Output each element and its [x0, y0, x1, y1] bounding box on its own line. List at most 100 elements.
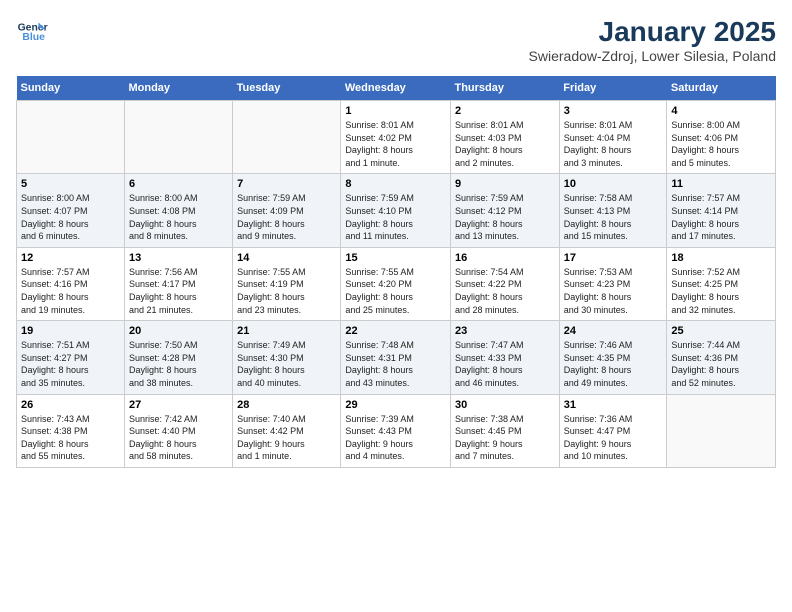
day-info: Sunrise: 8:01 AM Sunset: 4:03 PM Dayligh… [455, 119, 555, 169]
calendar-cell: 6 Sunrise: 8:00 AM Sunset: 4:08 PM Daylig… [124, 174, 232, 247]
day-number: 4 [671, 105, 771, 117]
day-info: Sunrise: 7:36 AM Sunset: 4:47 PM Dayligh… [564, 413, 663, 463]
day-number: 12 [21, 252, 120, 264]
day-info: Sunrise: 7:55 AM Sunset: 4:19 PM Dayligh… [237, 266, 336, 316]
logo-icon: General Blue [16, 16, 48, 48]
day-info: Sunrise: 7:48 AM Sunset: 4:31 PM Dayligh… [345, 339, 446, 389]
calendar-cell: 9 Sunrise: 7:59 AM Sunset: 4:12 PM Daylig… [450, 174, 559, 247]
calendar-cell: 1 Sunrise: 8:01 AM Sunset: 4:02 PM Daylig… [341, 101, 451, 174]
day-number: 28 [237, 399, 336, 411]
day-number: 31 [564, 399, 663, 411]
svg-text:Blue: Blue [22, 32, 45, 43]
header-friday: Friday [559, 76, 667, 101]
day-info: Sunrise: 7:54 AM Sunset: 4:22 PM Dayligh… [455, 266, 555, 316]
day-info: Sunrise: 8:00 AM Sunset: 4:07 PM Dayligh… [21, 192, 120, 242]
calendar-cell: 8 Sunrise: 7:59 AM Sunset: 4:10 PM Daylig… [341, 174, 451, 247]
calendar-cell: 26Sunrise: 7:43 AM Sunset: 4:38 PM Dayli… [17, 394, 125, 467]
day-info: Sunrise: 7:44 AM Sunset: 4:36 PM Dayligh… [671, 339, 771, 389]
calendar-cell: 11 Sunrise: 7:57 AM Sunset: 4:14 PM Dayli… [667, 174, 776, 247]
calendar-cell: 3Sunrise: 8:01 AM Sunset: 4:04 PM Daylig… [559, 101, 667, 174]
day-info: Sunrise: 7:57 AM Sunset: 4:16 PM Dayligh… [21, 266, 120, 316]
calendar-cell: 27 Sunrise: 7:42 AM Sunset: 4:40 PM Dayli… [124, 394, 232, 467]
day-number: 10 [564, 178, 663, 190]
day-info: Sunrise: 8:00 AM Sunset: 4:06 PM Dayligh… [671, 119, 771, 169]
day-number: 30 [455, 399, 555, 411]
logo: General Blue [16, 16, 48, 48]
header-wednesday: Wednesday [341, 76, 451, 101]
calendar-cell: 22 Sunrise: 7:48 AM Sunset: 4:31 PM Dayli… [341, 321, 451, 394]
day-number: 15 [345, 252, 446, 264]
calendar-cell: 2 Sunrise: 8:01 AM Sunset: 4:03 PM Daylig… [450, 101, 559, 174]
calendar-cell: 29Sunrise: 7:39 AM Sunset: 4:43 PM Dayli… [341, 394, 451, 467]
day-info: Sunrise: 7:59 AM Sunset: 4:09 PM Dayligh… [237, 192, 336, 242]
calendar-cell: 17 Sunrise: 7:53 AM Sunset: 4:23 PM Dayli… [559, 247, 667, 320]
day-info: Sunrise: 7:38 AM Sunset: 4:45 PM Dayligh… [455, 413, 555, 463]
calendar-week-3: 12 Sunrise: 7:57 AM Sunset: 4:16 PM Dayli… [17, 247, 776, 320]
day-info: Sunrise: 7:50 AM Sunset: 4:28 PM Dayligh… [129, 339, 228, 389]
calendar-cell: 7 Sunrise: 7:59 AM Sunset: 4:09 PM Daylig… [233, 174, 341, 247]
calendar-cell: 15Sunrise: 7:55 AM Sunset: 4:20 PM Dayli… [341, 247, 451, 320]
day-number: 24 [564, 325, 663, 337]
header-saturday: Saturday [667, 76, 776, 101]
day-info: Sunrise: 7:52 AM Sunset: 4:25 PM Dayligh… [671, 266, 771, 316]
day-number: 21 [237, 325, 336, 337]
day-info: Sunrise: 7:53 AM Sunset: 4:23 PM Dayligh… [564, 266, 663, 316]
calendar-week-5: 26Sunrise: 7:43 AM Sunset: 4:38 PM Dayli… [17, 394, 776, 467]
header-thursday: Thursday [450, 76, 559, 101]
calendar-cell: 18 Sunrise: 7:52 AM Sunset: 4:25 PM Dayli… [667, 247, 776, 320]
day-number: 7 [237, 178, 336, 190]
header-monday: Monday [124, 76, 232, 101]
day-number: 2 [455, 105, 555, 117]
calendar-cell: 31 Sunrise: 7:36 AM Sunset: 4:47 PM Dayli… [559, 394, 667, 467]
day-info: Sunrise: 7:47 AM Sunset: 4:33 PM Dayligh… [455, 339, 555, 389]
day-info: Sunrise: 7:42 AM Sunset: 4:40 PM Dayligh… [129, 413, 228, 463]
calendar-cell [124, 101, 232, 174]
day-info: Sunrise: 8:01 AM Sunset: 4:02 PM Dayligh… [345, 119, 446, 169]
calendar-cell: 19 Sunrise: 7:51 AM Sunset: 4:27 PM Dayli… [17, 321, 125, 394]
calendar-cell: 16Sunrise: 7:54 AM Sunset: 4:22 PM Dayli… [450, 247, 559, 320]
day-number: 22 [345, 325, 446, 337]
day-number: 1 [345, 105, 446, 117]
calendar-table: Sunday Monday Tuesday Wednesday Thursday… [16, 76, 776, 468]
day-info: Sunrise: 7:49 AM Sunset: 4:30 PM Dayligh… [237, 339, 336, 389]
calendar-cell: 30 Sunrise: 7:38 AM Sunset: 4:45 PM Dayli… [450, 394, 559, 467]
title-block: January 2025 Swieradow-Zdroj, Lower Sile… [529, 16, 776, 64]
day-info: Sunrise: 8:00 AM Sunset: 4:08 PM Dayligh… [129, 192, 228, 242]
calendar-body: 1 Sunrise: 8:01 AM Sunset: 4:02 PM Daylig… [17, 101, 776, 468]
day-number: 27 [129, 399, 228, 411]
calendar-cell: 23 Sunrise: 7:47 AM Sunset: 4:33 PM Dayli… [450, 321, 559, 394]
day-info: Sunrise: 7:56 AM Sunset: 4:17 PM Dayligh… [129, 266, 228, 316]
subtitle: Swieradow-Zdroj, Lower Silesia, Poland [529, 48, 776, 64]
day-info: Sunrise: 8:01 AM Sunset: 4:04 PM Dayligh… [564, 119, 663, 169]
day-number: 11 [671, 178, 771, 190]
day-number: 23 [455, 325, 555, 337]
day-number: 26 [21, 399, 120, 411]
day-info: Sunrise: 7:51 AM Sunset: 4:27 PM Dayligh… [21, 339, 120, 389]
page-header: General Blue January 2025 Swieradow-Zdro… [16, 16, 776, 64]
calendar-cell [233, 101, 341, 174]
day-number: 8 [345, 178, 446, 190]
header-tuesday: Tuesday [233, 76, 341, 101]
day-info: Sunrise: 7:59 AM Sunset: 4:10 PM Dayligh… [345, 192, 446, 242]
day-number: 6 [129, 178, 228, 190]
day-info: Sunrise: 7:58 AM Sunset: 4:13 PM Dayligh… [564, 192, 663, 242]
calendar-cell: 25Sunrise: 7:44 AM Sunset: 4:36 PM Dayli… [667, 321, 776, 394]
calendar-cell: 20Sunrise: 7:50 AM Sunset: 4:28 PM Dayli… [124, 321, 232, 394]
day-number: 19 [21, 325, 120, 337]
calendar-cell: 21 Sunrise: 7:49 AM Sunset: 4:30 PM Dayli… [233, 321, 341, 394]
day-number: 17 [564, 252, 663, 264]
calendar-week-1: 1 Sunrise: 8:01 AM Sunset: 4:02 PM Daylig… [17, 101, 776, 174]
day-info: Sunrise: 7:46 AM Sunset: 4:35 PM Dayligh… [564, 339, 663, 389]
calendar-cell: 24 Sunrise: 7:46 AM Sunset: 4:35 PM Dayli… [559, 321, 667, 394]
calendar-cell [667, 394, 776, 467]
header-sunday: Sunday [17, 76, 125, 101]
calendar-cell: 28Sunrise: 7:40 AM Sunset: 4:42 PM Dayli… [233, 394, 341, 467]
header-row: Sunday Monday Tuesday Wednesday Thursday… [17, 76, 776, 101]
day-number: 9 [455, 178, 555, 190]
day-number: 14 [237, 252, 336, 264]
calendar-cell: 5Sunrise: 8:00 AM Sunset: 4:07 PM Daylig… [17, 174, 125, 247]
day-info: Sunrise: 7:59 AM Sunset: 4:12 PM Dayligh… [455, 192, 555, 242]
day-number: 18 [671, 252, 771, 264]
day-info: Sunrise: 7:57 AM Sunset: 4:14 PM Dayligh… [671, 192, 771, 242]
main-title: January 2025 [529, 16, 776, 48]
